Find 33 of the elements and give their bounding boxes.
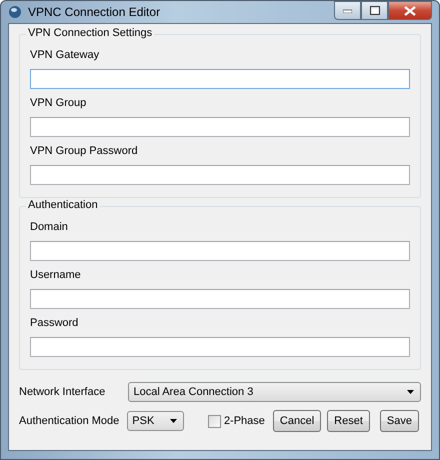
close-icon: [404, 6, 416, 16]
field-label: VPN Group: [30, 97, 88, 111]
input-field[interactable]: [30, 289, 410, 309]
field-label: Username: [30, 269, 82, 283]
input-field[interactable]: [30, 69, 410, 89]
maximize-button[interactable]: [361, 1, 388, 20]
field-label: Password: [30, 317, 80, 331]
reset-button[interactable]: Reset: [327, 410, 370, 432]
checkbox-label: 2-Phase: [224, 415, 265, 427]
close-button[interactable]: [388, 1, 432, 20]
group-title: Authentication: [26, 199, 100, 211]
window-title: VPNC Connection Editor: [28, 5, 160, 19]
field-label: Network Interface: [19, 386, 106, 398]
globe-icon: [8, 5, 22, 19]
field-label: Authentication Mode: [19, 415, 120, 427]
save-button[interactable]: Save: [380, 410, 419, 432]
minimize-icon: [343, 8, 352, 12]
checkbox[interactable]: [208, 414, 221, 428]
dropdown[interactable]: PSK: [127, 411, 184, 431]
input-field[interactable]: [30, 117, 410, 137]
group-title: VPN Connection Settings: [26, 27, 154, 39]
minimize-button[interactable]: [334, 1, 361, 20]
field-label: Domain: [30, 221, 69, 235]
input-field[interactable]: [30, 241, 410, 261]
input-field[interactable]: [30, 165, 410, 185]
maximize-icon: [370, 6, 380, 15]
caret-icon: [407, 390, 414, 394]
caret-icon: [170, 419, 177, 423]
input-field[interactable]: [30, 337, 410, 357]
field-label: VPN Gateway: [30, 49, 100, 63]
cancel-button[interactable]: Cancel: [272, 410, 322, 432]
dropdown[interactable]: Local Area Connection 3: [128, 382, 421, 402]
field-label: VPN Group Password: [30, 145, 139, 159]
